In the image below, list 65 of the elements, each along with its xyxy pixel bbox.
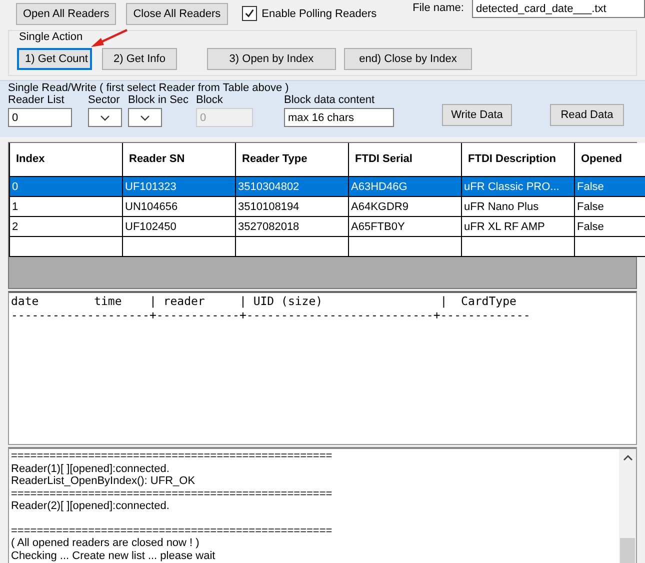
- table-row[interactable]: 1 UN104656 3510108194 A64KGDR9 uFR Nano Plus False: [10, 196, 645, 216]
- column-header[interactable]: FTDI Serial: [348, 143, 462, 176]
- file-name-label: File name:: [412, 2, 464, 14]
- action-button[interactable]: Write Data: [442, 104, 512, 126]
- column-header[interactable]: Reader SN: [122, 143, 236, 176]
- table-cell: 3510304802: [236, 176, 348, 196]
- action-button[interactable]: 2) Get Info: [102, 48, 177, 70]
- panel-title: Single Action: [19, 31, 83, 43]
- text-field[interactable]: max 16 chars: [284, 108, 394, 127]
- chevron-down-icon: [100, 114, 110, 120]
- checkbox-icon[interactable]: [242, 6, 257, 21]
- table-cell: UN104656: [122, 196, 236, 216]
- table-cell: False: [574, 176, 645, 196]
- table-cell: 0: [10, 176, 122, 196]
- log-line: ==================================================: [11, 488, 334, 500]
- log-header: date time | reader | UID (size) | CardType: [11, 294, 518, 308]
- log-line: Checking ... Create new list ... please wait: [11, 550, 216, 562]
- column-header[interactable]: Reader Type: [236, 143, 348, 176]
- table-cell: uFR Classic PRO...: [462, 176, 574, 196]
- field-label: Reader List: [8, 94, 66, 108]
- table-row[interactable]: 2 UF102450 3527082018 A65FTB0Y uFR XL RF AMP False: [10, 216, 645, 236]
- column-header[interactable]: Index: [10, 143, 122, 176]
- log-line: ==================================================: [11, 450, 334, 462]
- table-cell: A64KGDR9: [348, 196, 462, 216]
- field-label: Block: [196, 94, 224, 108]
- table-cell: 3527082018: [236, 216, 348, 236]
- scroll-up-icon[interactable]: [622, 455, 632, 461]
- table-cell: uFR Nano Plus: [462, 196, 574, 216]
- action-button[interactable]: Open All Readers: [16, 2, 116, 24]
- action-button[interactable]: end) Close by Index: [344, 48, 472, 70]
- action-button[interactable]: 1) Get Count: [17, 48, 92, 70]
- table-row[interactable]: 0 UF101323 3510304802 A63HD46G uFR Classic PRO... False: [10, 176, 645, 196]
- table-cell: uFR XL RF AMP: [462, 216, 574, 236]
- table-cell: A65FTB0Y: [348, 216, 462, 236]
- log-line: ReaderList_OpenByIndex(): UFR_OK: [11, 475, 196, 488]
- checkbox-label: Enable Polling Readers: [262, 8, 377, 20]
- table-cell: 1: [10, 196, 122, 216]
- file-name-field[interactable]: detected_card_date___.txt: [472, 0, 645, 18]
- log-line: Reader(1)[ ][opened]:connected.: [11, 462, 170, 475]
- table-cell: A63HD46G: [348, 176, 462, 196]
- table-cell: UF101323: [122, 176, 236, 196]
- action-button[interactable]: 3) Open by Index: [207, 48, 336, 70]
- scrollbar-thumb[interactable]: [620, 538, 635, 563]
- field-label: Block data content: [284, 94, 376, 108]
- log-rule: --------------------+------------+---------------------------+-------------: [11, 308, 532, 322]
- column-header[interactable]: Opened: [574, 143, 645, 176]
- table-cell: 2: [10, 216, 122, 236]
- action-button[interactable]: Read Data: [550, 104, 624, 126]
- log-line: ( All opened readers are closed now ! ): [11, 537, 200, 550]
- polling-checkbox[interactable]: Enable Polling Readers: [242, 6, 377, 21]
- table-cell: UF102450: [122, 216, 236, 236]
- dropdown[interactable]: [128, 108, 162, 127]
- scrollbar[interactable]: [619, 449, 636, 563]
- log-line: ==================================================: [11, 524, 334, 537]
- text-field[interactable]: 0: [8, 108, 72, 127]
- action-button[interactable]: Close All Readers: [126, 2, 228, 24]
- log-line: Reader(2)[ ][opened]:connected.: [11, 500, 170, 512]
- annotation-arrow-icon: [89, 28, 129, 50]
- field-label: Block in Sec: [128, 94, 190, 108]
- chevron-down-icon: [140, 114, 150, 120]
- dropdown[interactable]: [88, 108, 122, 127]
- column-header[interactable]: FTDI Description: [462, 143, 574, 176]
- panel-title: Single Read/Write ( first select Reader from Table above ): [8, 81, 290, 94]
- table-cell: 3510108194: [236, 196, 348, 216]
- field-label: Sector: [88, 94, 121, 108]
